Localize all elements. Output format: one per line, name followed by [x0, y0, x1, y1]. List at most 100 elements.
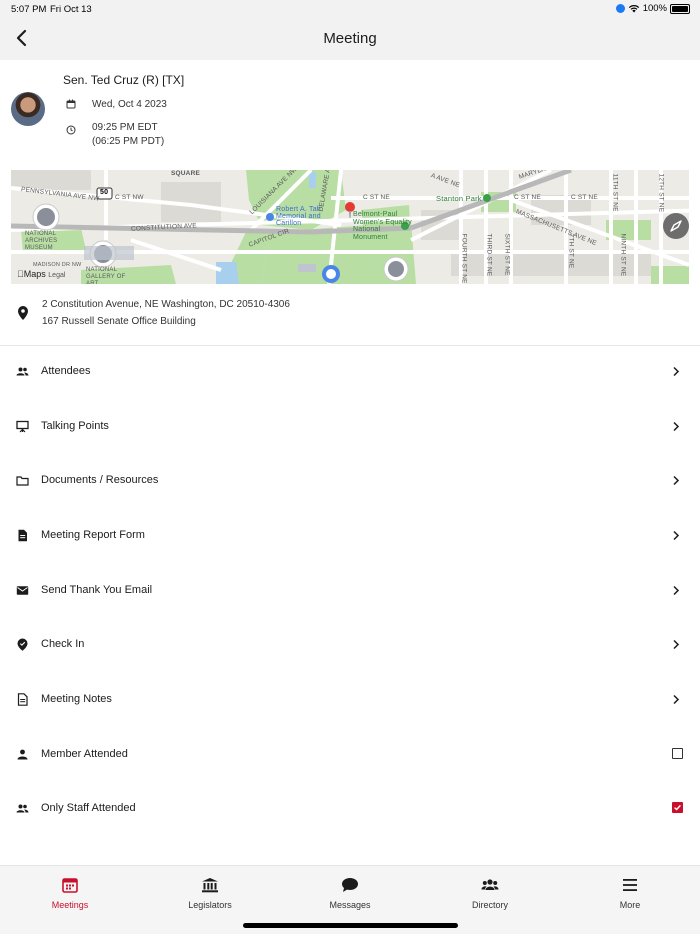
map-label-taft: Robert A. Taft Memorial and Carillon [276, 206, 322, 227]
person-icon [17, 749, 28, 760]
chevron-right-icon [673, 421, 680, 432]
presentation-icon [16, 420, 29, 433]
address-line-1: 2 Constitution Avenue, NE Washington, DC… [42, 299, 290, 310]
meeting-time-alt: (06:25 PM PDT) [92, 136, 165, 147]
location-map[interactable]: SQUARE PENNSYLVANIA AVE NW C ST NW LOUIS… [11, 170, 689, 284]
map-label-archives: NATIONAL ARCHIVES MUSEUM [25, 231, 58, 251]
meeting-time-local: 09:25 PM EDT [92, 122, 158, 133]
maps-brand: Maps Legal [17, 269, 65, 279]
notes-icon [17, 693, 28, 706]
page-title: Meeting [323, 30, 377, 47]
map-label-c-st-nw: C ST NW [115, 194, 144, 201]
menu-item-check-in[interactable]: Check In [0, 618, 700, 672]
menu-item-label: Meeting Notes [41, 693, 112, 705]
map-label-c-st-ne-1: C ST NE [363, 194, 390, 201]
meeting-detail: Sen. Ted Cruz (R) [TX] Wed, Oct 4 2023 0… [0, 60, 700, 865]
status-bar: 5:07 PM Fri Oct 13 100% [0, 0, 700, 18]
home-indicator[interactable] [243, 923, 458, 928]
menu-item-meeting-notes[interactable]: Meeting Notes [0, 673, 700, 727]
menu-item-label: Member Attended [41, 748, 128, 760]
location-pin-icon [18, 306, 28, 320]
capitol-icon [202, 878, 218, 893]
menu-item-thank-you-email[interactable]: Send Thank You Email [0, 564, 700, 618]
chevron-right-icon [673, 585, 680, 596]
map-label-gallery: NATIONAL GALLERY OF ART [86, 267, 126, 284]
map-label-c-st-ne-2: C ST NE [514, 194, 541, 201]
address-section[interactable]: 2 Constitution Avenue, NE Washington, DC… [0, 294, 700, 346]
people-icon [16, 367, 29, 376]
chevron-right-icon [673, 366, 680, 377]
calendar-icon [66, 99, 76, 109]
tab-legislators[interactable]: Legislators [140, 866, 280, 916]
menu-item-attendees[interactable]: Attendees [0, 345, 700, 399]
map-label-ninth: NINTH ST NE [619, 233, 627, 277]
map-label-eleventh: 11TH ST NE [611, 173, 619, 212]
status-indicators: 100% [615, 3, 690, 14]
menu-item-label: Only Staff Attended [41, 802, 136, 814]
people-icon [16, 804, 29, 813]
menu-item-talking-points[interactable]: Talking Points [0, 400, 700, 454]
battery-icon [670, 3, 690, 14]
group-icon [481, 879, 499, 890]
map-legal-link[interactable]: Legal [48, 272, 65, 279]
tab-more[interactable]: More [560, 866, 700, 916]
chevron-right-icon [673, 530, 680, 541]
tab-label: Messages [329, 900, 371, 910]
menu-item-report-form[interactable]: Meeting Report Form [0, 509, 700, 563]
tab-directory[interactable]: Directory [420, 866, 560, 916]
chevron-right-icon [673, 475, 680, 486]
map-label-third: THIRD ST NE [485, 233, 493, 277]
address-line-2: 167 Russell Senate Office Building [42, 316, 196, 327]
compass-icon[interactable] [663, 213, 689, 239]
only-staff-attended-checkbox[interactable] [672, 802, 683, 813]
chevron-right-icon [673, 694, 680, 705]
map-label-seventh: 7TH ST NE [567, 233, 575, 269]
map-label-belmont: Belmont-Paul Women's Equality National M… [353, 211, 412, 241]
tab-label: Meetings [51, 900, 89, 910]
status-date: Fri Oct 13 [50, 4, 92, 15]
bottom-tab-bar: Meetings Legislators Messages Directory … [0, 865, 700, 934]
meeting-time-row: 09:25 PM EDT (06:25 PM PDT) [66, 121, 164, 149]
tab-label: Legislators [188, 900, 232, 910]
tab-meetings[interactable]: Meetings [0, 866, 140, 916]
menu-item-label: Check In [41, 638, 85, 650]
chevron-right-icon [673, 639, 680, 650]
calendar-icon [62, 878, 78, 893]
email-icon [16, 586, 29, 595]
menu-item-label: Talking Points [41, 420, 109, 432]
meeting-date-row: Wed, Oct 4 2023 [66, 98, 167, 112]
map-route-shield: 50 [100, 189, 109, 196]
document-icon [18, 529, 27, 542]
battery-percent: 100% [642, 3, 667, 14]
menu-item-only-staff-attended[interactable]: Only Staff Attended [0, 782, 700, 836]
map-label-madison: MADISON DR NW [33, 262, 82, 268]
wifi-icon [628, 4, 639, 13]
map-label-stanton: Stanton Park [436, 194, 482, 203]
maps-brand-text: Maps [17, 269, 46, 279]
menu-item-member-attended[interactable]: Member Attended [0, 728, 700, 782]
location-services-icon [615, 4, 625, 13]
navigation-bar: Meeting [0, 18, 700, 60]
tab-label: Directory [471, 900, 508, 910]
map-label-square: SQUARE [171, 170, 201, 177]
menu-item-label: Send Thank You Email [41, 584, 153, 596]
menu-item-documents[interactable]: Documents / Resources [0, 454, 700, 508]
legislator-name: Sen. Ted Cruz (R) [TX] [63, 73, 185, 87]
clock-icon [66, 125, 76, 135]
map-label-sixth: SIXTH ST NE [503, 233, 511, 276]
map-label-fourth: FOURTH ST NE [460, 233, 468, 284]
meeting-date: Wed, Oct 4 2023 [92, 99, 167, 110]
member-attended-checkbox[interactable] [672, 748, 683, 759]
tab-messages[interactable]: Messages [280, 866, 420, 916]
meeting-header: Sen. Ted Cruz (R) [TX] Wed, Oct 4 2023 0… [0, 60, 700, 168]
menu-item-label: Attendees [41, 365, 91, 377]
menu-item-label: Meeting Report Form [41, 529, 145, 541]
hamburger-menu-icon [623, 879, 637, 891]
map-label-twelfth: 12TH ST NE [657, 173, 665, 213]
legislator-avatar [11, 92, 45, 126]
tab-label: More [619, 900, 641, 910]
menu-item-label: Documents / Resources [41, 474, 159, 486]
chat-bubble-icon [342, 878, 358, 892]
folder-icon [16, 476, 29, 486]
status-time: 5:07 PM [11, 4, 47, 15]
